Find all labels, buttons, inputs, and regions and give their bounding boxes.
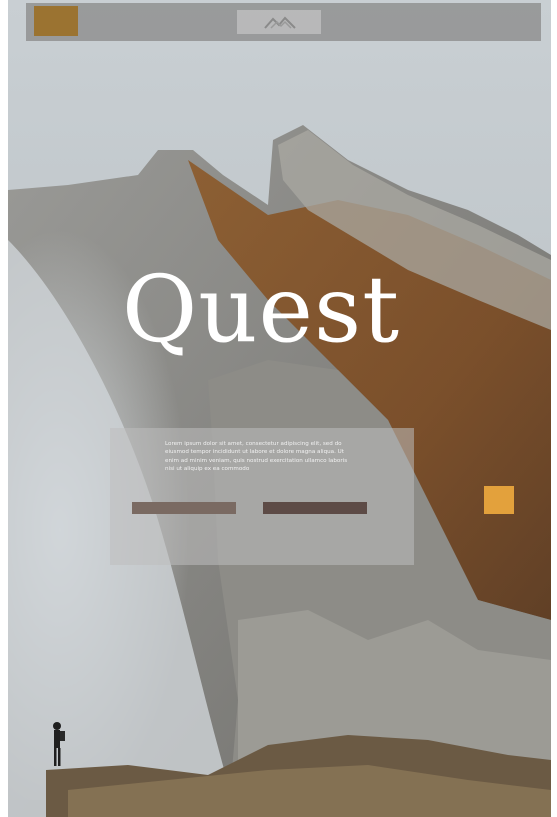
hero-background-image	[8, 0, 551, 817]
accent-square-button[interactable]	[484, 486, 514, 514]
hero-content-panel: Lorem ipsum dolor sit amet, consectetur …	[110, 428, 414, 565]
primary-button[interactable]	[132, 502, 236, 514]
secondary-button[interactable]	[263, 502, 367, 514]
hero-body-text: Lorem ipsum dolor sit amet, consectetur …	[165, 441, 348, 472]
landing-page: Quest Lorem ipsum dolor sit amet, consec…	[0, 0, 557, 817]
mountain-logo-icon[interactable]	[237, 10, 321, 34]
brand-square[interactable]	[34, 6, 78, 36]
mountain-photo	[8, 0, 551, 817]
hero-title: Quest	[121, 256, 401, 363]
top-navigation-bar	[26, 3, 541, 41]
mountain-logo-graphic	[264, 16, 296, 29]
